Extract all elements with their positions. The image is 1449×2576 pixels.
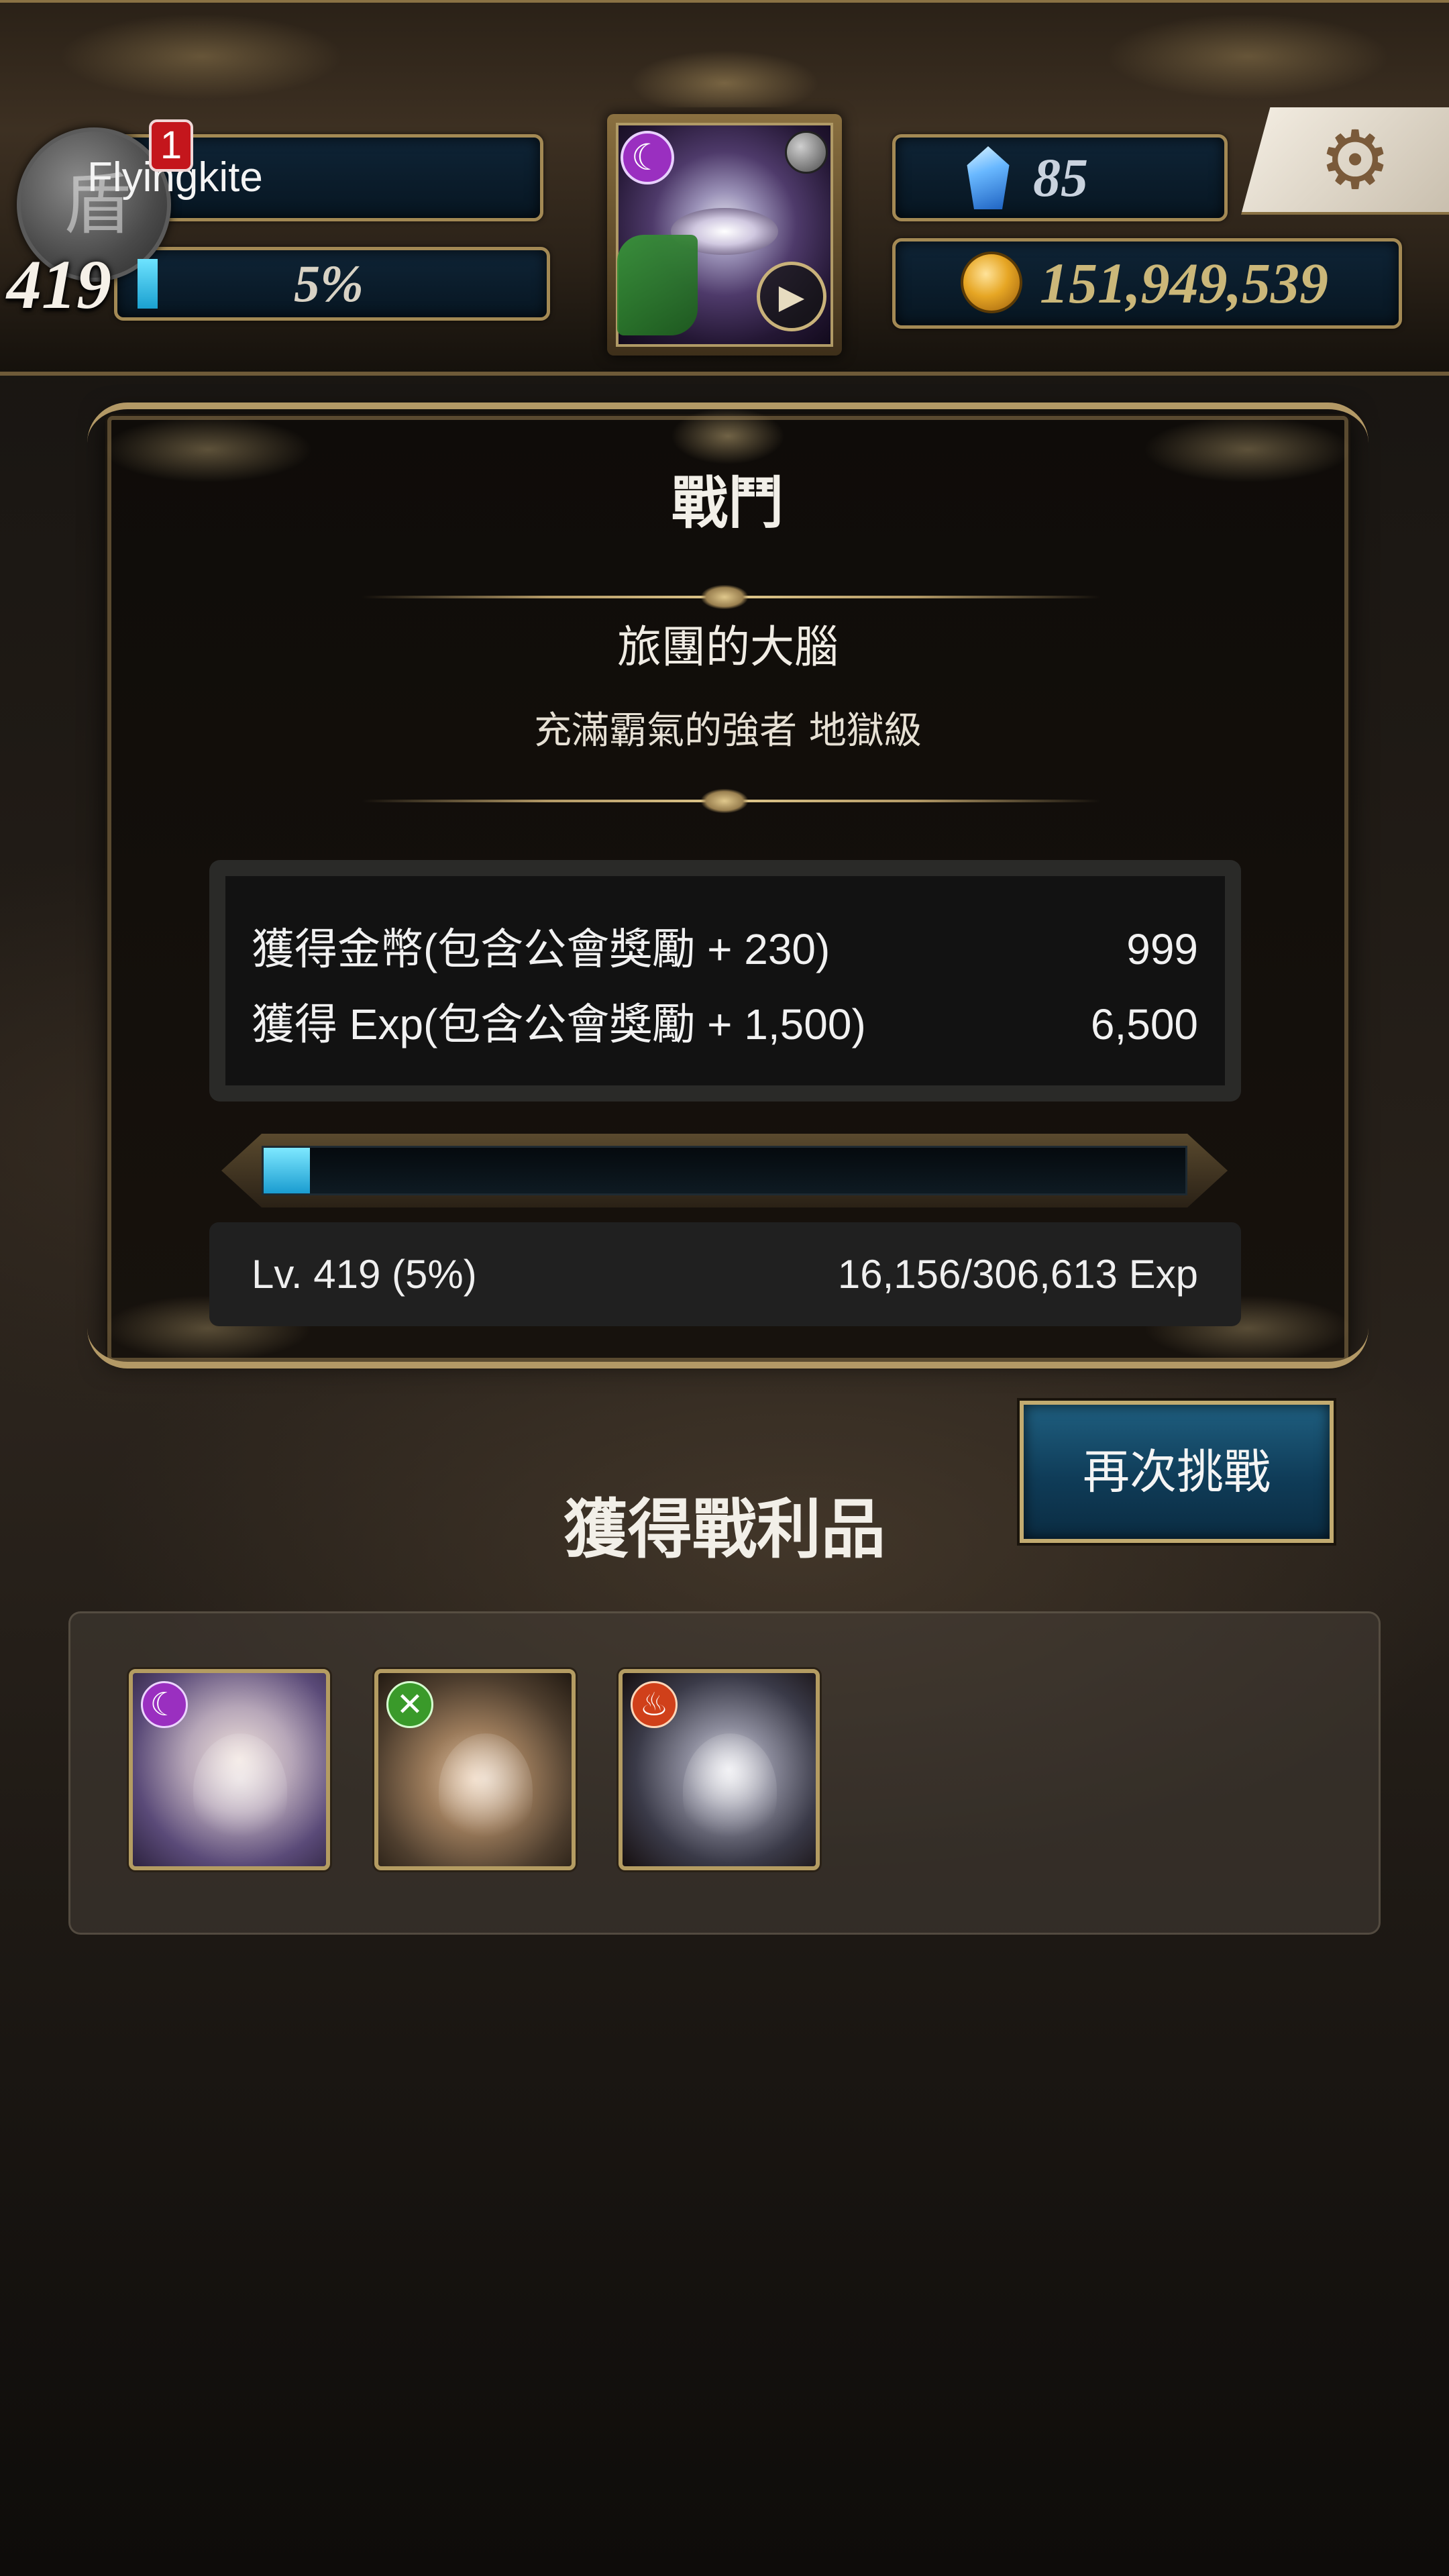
loot-title: 獲得戰利品 [564,1492,885,1567]
coin-reward-label: 獲得金幣(包含公會獎勵 + 230) [252,925,830,973]
divider-ornament [701,585,748,609]
coin-icon [961,252,1022,313]
dark-attribute-icon: ☾ [141,1681,188,1728]
exp-bar-fill [264,1148,310,1193]
leader-card-leaf [617,235,698,335]
card-portrait [439,1733,533,1847]
coin-reward-value: 999 [1126,925,1198,973]
player-level: 419 [7,246,111,323]
gear-icon[interactable]: ⚙ [1301,114,1409,208]
play-icon[interactable]: ▶ [757,262,826,331]
retry-button[interactable]: 再次挑戰 [1020,1401,1334,1543]
loot-card-2[interactable]: ✕ [374,1669,576,1870]
exp-reward-value: 6,500 [1090,1000,1198,1049]
loot-card-1[interactable]: ☾ [129,1669,330,1870]
divider-ornament [701,789,748,813]
coin-count: 151,949,539 [1040,251,1328,315]
gem-count: 85 [1033,147,1088,208]
notification-badge[interactable]: 1 [149,119,193,172]
hud-exp-fill [138,259,158,309]
exp-text: 16,156/306,613 Exp [837,1252,1198,1297]
stage-name: 旅團的大腦 [617,621,839,673]
level-text: Lv. 419 (5%) [252,1252,477,1297]
fire-attribute-icon: ♨ [631,1681,678,1728]
stage-difficulty: 充滿霸氣的強者 地獄級 [534,709,922,753]
card-portrait [683,1733,777,1847]
exp-bar-track [262,1146,1187,1195]
exp-reward-label: 獲得 Exp(包含公會獎勵 + 1,500) [252,1000,866,1049]
dark-attribute-icon: ☾ [621,131,674,184]
wood-attribute-icon: ✕ [386,1681,433,1728]
loot-card-3[interactable]: ♨ [619,1669,820,1870]
hud-ornament [0,0,1449,107]
card-portrait [193,1733,287,1847]
orb-icon [785,131,828,174]
hud-exp-percent: 5% [294,254,364,313]
panel-title: 戰鬥 [671,470,784,536]
